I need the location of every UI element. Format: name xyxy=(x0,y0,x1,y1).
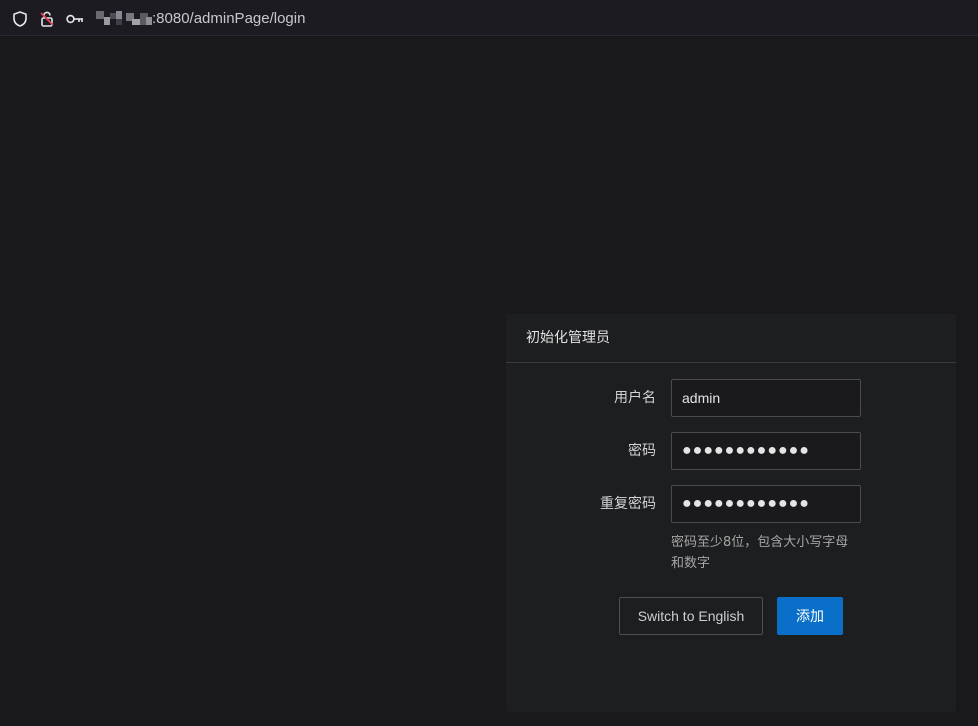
browser-urlbar: :8080/adminPage/login xyxy=(0,0,978,36)
obscured-host xyxy=(96,11,152,25)
urlbar-field[interactable]: :8080/adminPage/login xyxy=(2,2,976,34)
password-row: 密码 xyxy=(506,432,956,470)
password-input[interactable] xyxy=(671,432,861,470)
panel-title: 初始化管理员 xyxy=(506,314,956,363)
switch-language-button[interactable]: Switch to English xyxy=(619,597,763,635)
password-hint: 密码至少8位，包含大小写字母和数字 xyxy=(671,535,849,571)
username-row: 用户名 xyxy=(506,379,956,417)
init-admin-panel: 初始化管理员 用户名 密码 重复密码 密码至少8位，包含大小写字母和数字 Swi… xyxy=(506,314,956,712)
add-button[interactable]: 添加 xyxy=(777,597,843,635)
lock-strike-icon[interactable] xyxy=(38,10,56,28)
repeat-password-row: 重复密码 xyxy=(506,485,956,523)
repeat-password-input[interactable] xyxy=(671,485,861,523)
repeat-password-label: 重复密码 xyxy=(600,496,656,512)
username-input[interactable] xyxy=(671,379,861,417)
url-text[interactable]: :8080/adminPage/login xyxy=(152,10,305,28)
password-label: 密码 xyxy=(628,443,656,459)
username-label: 用户名 xyxy=(614,390,656,406)
key-icon[interactable] xyxy=(65,10,83,28)
shield-icon[interactable] xyxy=(11,10,29,28)
